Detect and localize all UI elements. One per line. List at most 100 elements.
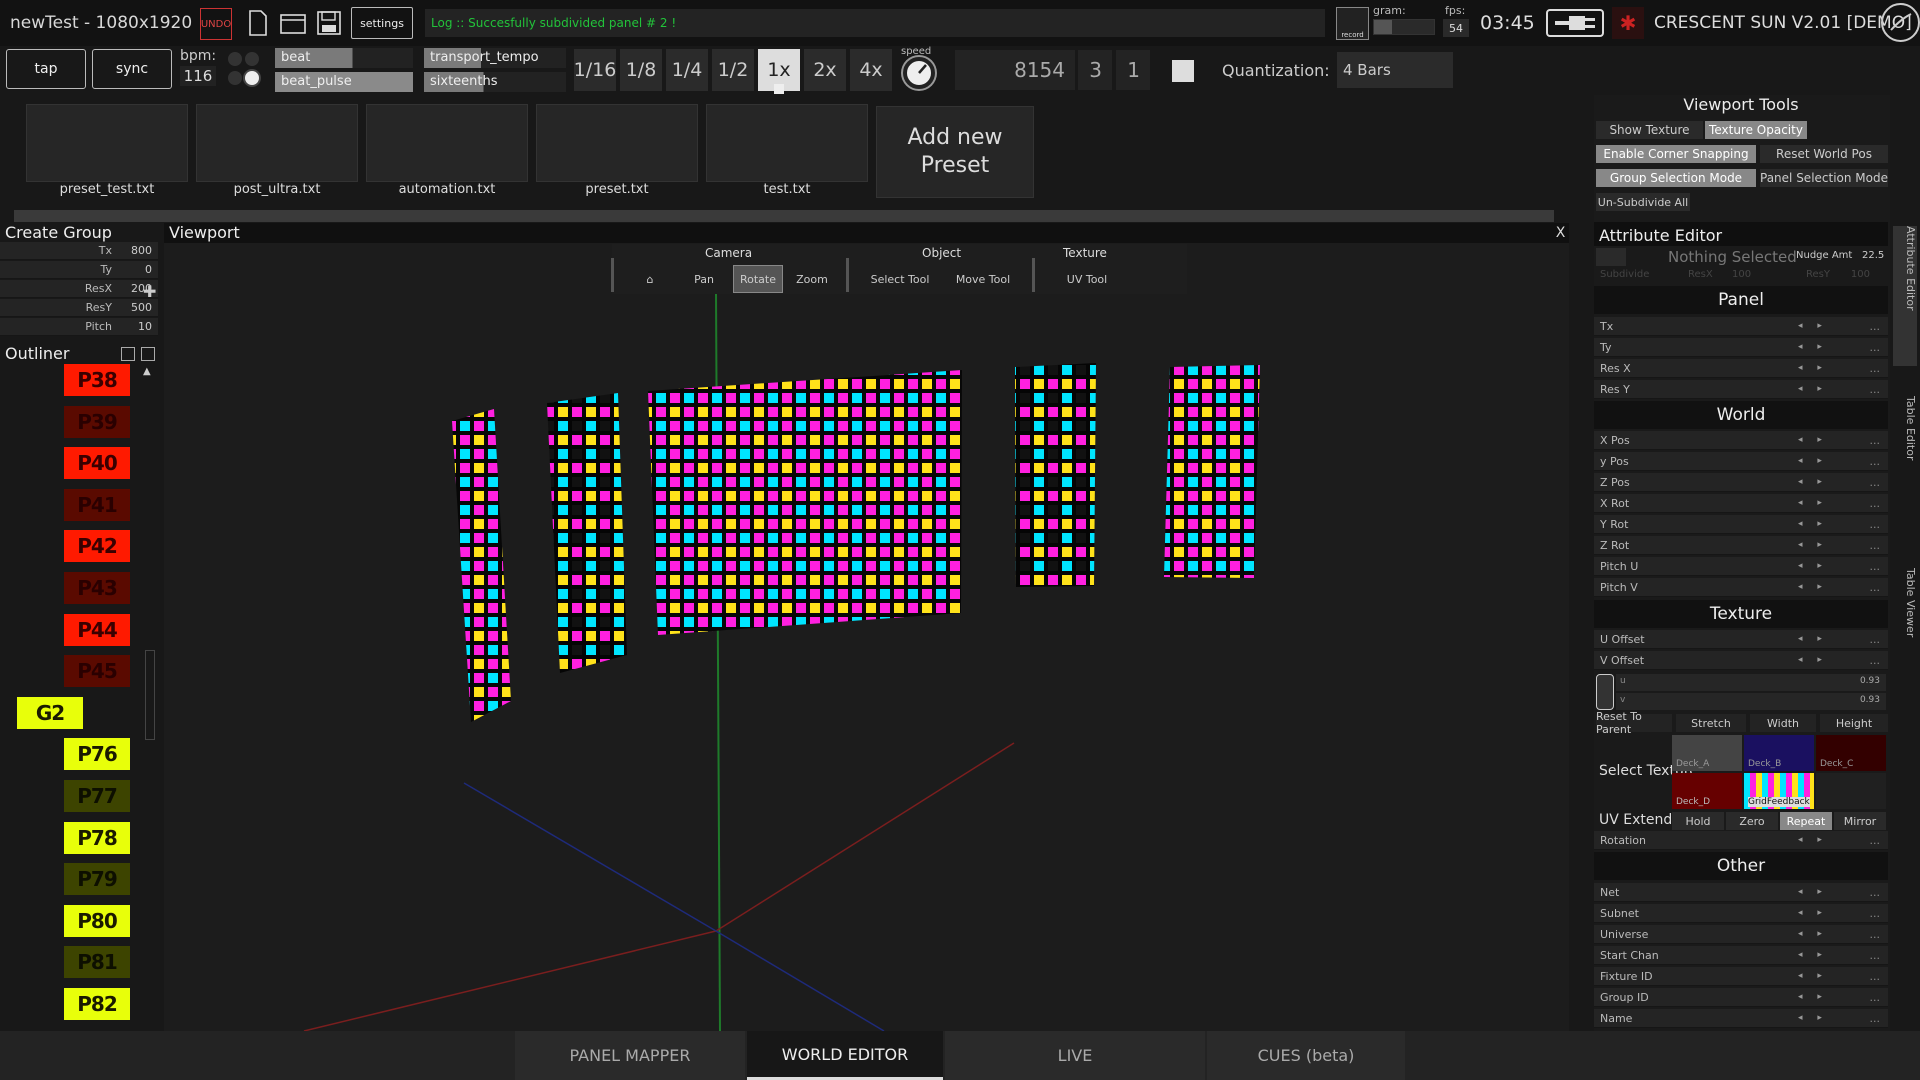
attribute-row[interactable]: Z Rot ◂ ▸... [1594, 536, 1888, 555]
value-field[interactable]: ... [1870, 455, 1881, 468]
attribute-row[interactable]: V Offset ◂ ▸... [1594, 651, 1888, 670]
attribute-row[interactable]: Name ◂ ▸... [1594, 1009, 1888, 1028]
create-group-row[interactable]: Tx 800 [0, 242, 158, 260]
pan-tool[interactable]: Pan [683, 265, 725, 293]
nudge-arrows-icon[interactable]: ◂ ▸ [1798, 435, 1828, 445]
resx-value[interactable]: 100 [1732, 269, 1772, 283]
value-field[interactable]: ... [1870, 341, 1881, 354]
panel-selection-mode[interactable]: Panel Selection Mode [1760, 169, 1888, 187]
new-file-icon[interactable] [245, 9, 271, 37]
outliner-item[interactable]: P80 [64, 904, 130, 937]
corner-snapping-toggle[interactable]: Enable Corner Snapping [1596, 145, 1756, 163]
row-value[interactable]: 800 [118, 244, 158, 257]
nudge-arrows-icon[interactable]: ◂ ▸ [1798, 908, 1828, 918]
value-field[interactable]: ... [1870, 320, 1881, 333]
tab-world-editor[interactable]: WORLD EDITOR [747, 1031, 943, 1080]
outliner-item[interactable]: P77 [64, 780, 130, 812]
scroll-up-icon[interactable]: ▲ [143, 366, 155, 378]
outliner-item[interactable]: P41 [64, 488, 130, 521]
nudge-arrows-icon[interactable]: ◂ ▸ [1798, 929, 1828, 939]
nudge-arrows-icon[interactable]: ◂ ▸ [1798, 363, 1828, 373]
nudge-arrows-icon[interactable]: ◂ ▸ [1798, 582, 1828, 592]
division-4x[interactable]: 4x [850, 49, 892, 91]
nudge-arrows-icon[interactable]: ◂ ▸ [1798, 1013, 1828, 1023]
sixteenths-slot[interactable]: sixteenths [424, 72, 566, 92]
preset-slot[interactable] [366, 104, 528, 182]
deck-b-thumb[interactable]: Deck_B [1744, 735, 1814, 771]
save-icon[interactable] [316, 9, 342, 37]
uv-tool[interactable]: UV Tool [1046, 265, 1128, 293]
u-slider[interactable]: u 0.93 [1616, 674, 1886, 691]
attribute-row[interactable]: X Pos ◂ ▸... [1594, 431, 1888, 450]
nudge-arrows-icon[interactable]: ◂ ▸ [1798, 456, 1828, 466]
attribute-row[interactable]: Net ◂ ▸... [1594, 883, 1888, 902]
create-group-row[interactable]: Pitch 10 [0, 318, 158, 336]
nudge-arrows-icon[interactable]: ◂ ▸ [1798, 634, 1828, 644]
attribute-row[interactable]: Pitch V ◂ ▸... [1594, 578, 1888, 597]
power-plug-icon[interactable] [1546, 9, 1604, 37]
nudge-arrows-icon[interactable]: ◂ ▸ [1798, 321, 1828, 331]
bpm-value[interactable]: 116 [180, 66, 216, 86]
refresh-icon[interactable] [121, 347, 135, 361]
create-group-row[interactable]: Ty 0 [0, 261, 158, 279]
side-tab-table-editor[interactable]: Table Editor [1893, 396, 1917, 496]
outliner-item[interactable]: P39 [64, 405, 130, 438]
stretch-button[interactable]: Stretch [1676, 714, 1746, 732]
nudge-arrows-icon[interactable]: ◂ ▸ [1798, 477, 1828, 487]
select-tool[interactable]: Select Tool [862, 265, 938, 293]
preset-slot[interactable] [196, 104, 358, 182]
outliner-item[interactable]: P79 [64, 863, 130, 896]
attribute-row[interactable]: Res X ◂ ▸... [1594, 359, 1888, 378]
outliner-item[interactable]: P42 [64, 530, 130, 563]
nudge-arrows-icon[interactable]: ◂ ▸ [1798, 561, 1828, 571]
grid-icon[interactable] [141, 347, 155, 361]
uv-extend-zero[interactable]: Zero [1726, 812, 1778, 830]
value-field[interactable]: ... [1870, 1012, 1881, 1025]
transport-tempo-slot[interactable]: transport_tempo [424, 48, 566, 68]
attribute-row[interactable]: Res Y ◂ ▸... [1594, 380, 1888, 399]
outliner-item[interactable]: P81 [64, 946, 130, 979]
value-field[interactable]: ... [1870, 362, 1881, 375]
height-button[interactable]: Height [1820, 714, 1888, 732]
undo-button[interactable]: UNDO [200, 8, 232, 40]
division-1-16[interactable]: 1/16 [574, 49, 616, 91]
attribute-row[interactable]: Group ID ◂ ▸... [1594, 988, 1888, 1007]
create-group-row[interactable]: ResX 200 [0, 280, 158, 298]
attribute-row[interactable]: Pitch U ◂ ▸... [1594, 557, 1888, 576]
create-group-row[interactable]: ResY 500 [0, 299, 158, 317]
value-field[interactable]: ... [1870, 497, 1881, 510]
value-field[interactable]: ... [1870, 949, 1881, 962]
rotation-row[interactable]: Rotation ◂ ▸... [1594, 831, 1888, 850]
division-1-2[interactable]: 1/2 [712, 49, 754, 91]
reset-world-pos-button[interactable]: Reset World Pos [1760, 145, 1888, 163]
nudge-arrows-icon[interactable]: ◂ ▸ [1798, 971, 1828, 981]
tab-panel-mapper[interactable]: PANEL MAPPER [515, 1031, 745, 1080]
beat-slot[interactable]: beat [275, 48, 413, 68]
attribute-row[interactable]: Subnet ◂ ▸... [1594, 904, 1888, 923]
outliner-item[interactable]: G2 [17, 696, 83, 729]
nudge-arrows-icon[interactable]: ◂ ▸ [1798, 498, 1828, 508]
zoom-tool[interactable]: Zoom [789, 265, 835, 293]
uv-extend-repeat[interactable]: Repeat [1780, 812, 1832, 830]
value-field[interactable]: ... [1870, 434, 1881, 447]
outliner-item[interactable]: P76 [64, 738, 130, 771]
attribute-row[interactable]: Universe ◂ ▸... [1594, 925, 1888, 944]
record-icon[interactable]: record [1336, 7, 1369, 40]
outliner-item[interactable]: P44 [64, 613, 130, 646]
value-field[interactable]: ... [1870, 560, 1881, 573]
beat-pulse-slot[interactable]: beat_pulse [275, 72, 413, 92]
width-button[interactable]: Width [1750, 714, 1816, 732]
outliner-scrollbar[interactable] [145, 650, 155, 740]
row-value[interactable]: 0 [118, 263, 158, 276]
outliner-item[interactable]: P43 [64, 572, 130, 604]
value-field[interactable]: ... [1870, 539, 1881, 552]
deck-d-thumb[interactable]: Deck_D [1672, 773, 1742, 809]
show-texture-button[interactable]: Show Texture [1596, 121, 1703, 139]
value-field[interactable]: ... [1870, 970, 1881, 983]
tab-cues[interactable]: CUES (beta) [1207, 1031, 1405, 1080]
uv-extend-hold[interactable]: Hold [1672, 812, 1724, 830]
division-1-4[interactable]: 1/4 [666, 49, 708, 91]
uv-extend-mirror[interactable]: Mirror [1834, 812, 1886, 830]
value-field[interactable]: ... [1870, 991, 1881, 1004]
quantization-select[interactable]: 4 Bars [1337, 52, 1453, 88]
